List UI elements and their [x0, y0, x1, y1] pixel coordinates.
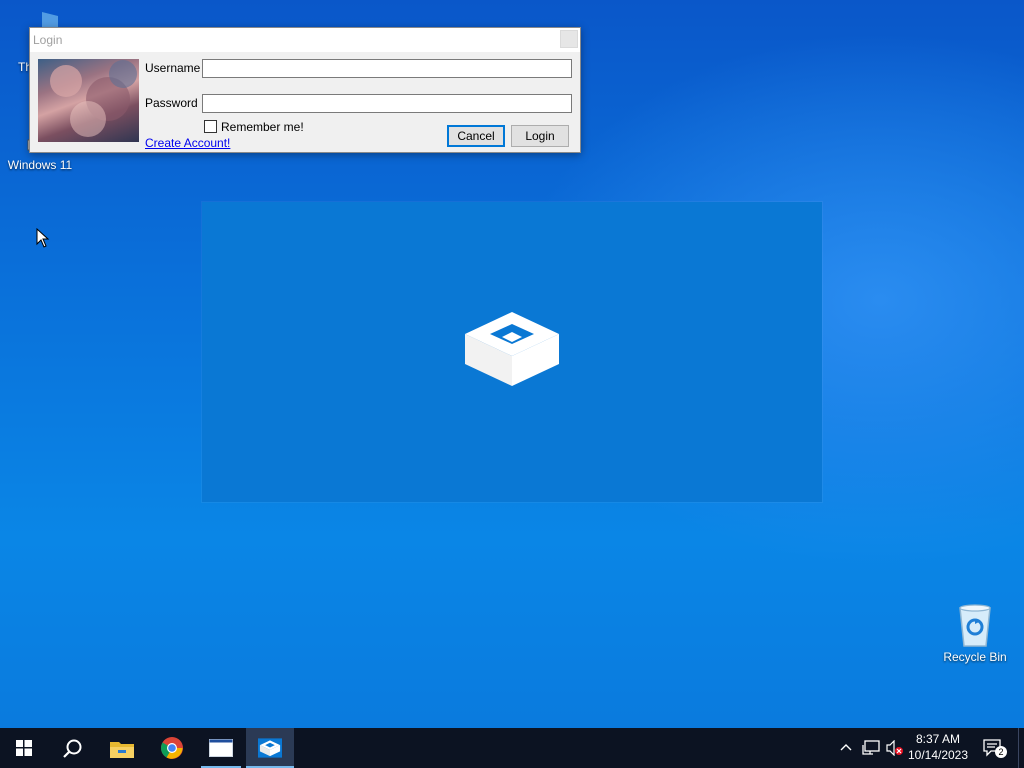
network-icon[interactable] [862, 740, 880, 756]
notification-count-badge: 2 [995, 746, 1007, 758]
cancel-button[interactable]: Cancel [447, 125, 505, 147]
taskbar-file-explorer[interactable] [98, 728, 146, 768]
username-input[interactable] [202, 59, 572, 78]
remember-me-label[interactable]: Remember me! [221, 120, 304, 134]
recycle-bin-icon [951, 600, 999, 648]
desktop-icon-label: Recycle Bin [943, 650, 1007, 664]
login-button[interactable]: Login [511, 125, 569, 147]
create-account-link[interactable]: Create Account! [145, 136, 230, 150]
login-dialog: Login Username Password Remember me! Cre… [29, 27, 581, 153]
search-button[interactable] [48, 728, 96, 768]
clock-date: 10/14/2023 [907, 748, 969, 762]
volume-muted-icon[interactable] [886, 740, 904, 756]
taskbar-sandbox-app[interactable] [246, 728, 294, 768]
desktop-icon-label: Windows 11 [7, 158, 73, 172]
taskbar-window-app[interactable] [197, 728, 245, 768]
start-button[interactable] [0, 728, 48, 768]
window-app-icon [209, 739, 233, 757]
taskbar-chrome[interactable] [148, 728, 196, 768]
sandbox-app-icon [258, 738, 282, 758]
taskbar: 8:37 AM 10/14/2023 [0, 728, 1024, 768]
desktop-icon-recycle-bin[interactable]: Recycle Bin [937, 600, 1013, 664]
chrome-icon [161, 737, 183, 759]
desktop: Th Windows 11 Recycle Bin Login Username… [0, 0, 1024, 728]
mouse-cursor-icon [36, 228, 50, 248]
close-button[interactable] [560, 30, 578, 48]
start-icon [16, 740, 32, 756]
password-input[interactable] [202, 94, 572, 113]
search-icon [63, 739, 82, 758]
username-label: Username [145, 61, 201, 75]
show-desktop-divider [1018, 728, 1019, 768]
sky-photo-image [38, 59, 139, 142]
chevron-up-icon[interactable] [840, 742, 852, 754]
clock[interactable]: 8:37 AM 10/14/2023 [903, 731, 973, 763]
app-splash-panel [202, 202, 822, 502]
clock-time: 8:37 AM [915, 732, 961, 746]
login-dialog-titlebar[interactable]: Login [30, 28, 580, 52]
login-dialog-title: Login [33, 33, 63, 47]
remember-me-checkbox[interactable] [204, 120, 217, 133]
password-label: Password [145, 96, 198, 110]
sandbox-logo-icon [465, 312, 559, 386]
file-explorer-icon [110, 742, 134, 758]
